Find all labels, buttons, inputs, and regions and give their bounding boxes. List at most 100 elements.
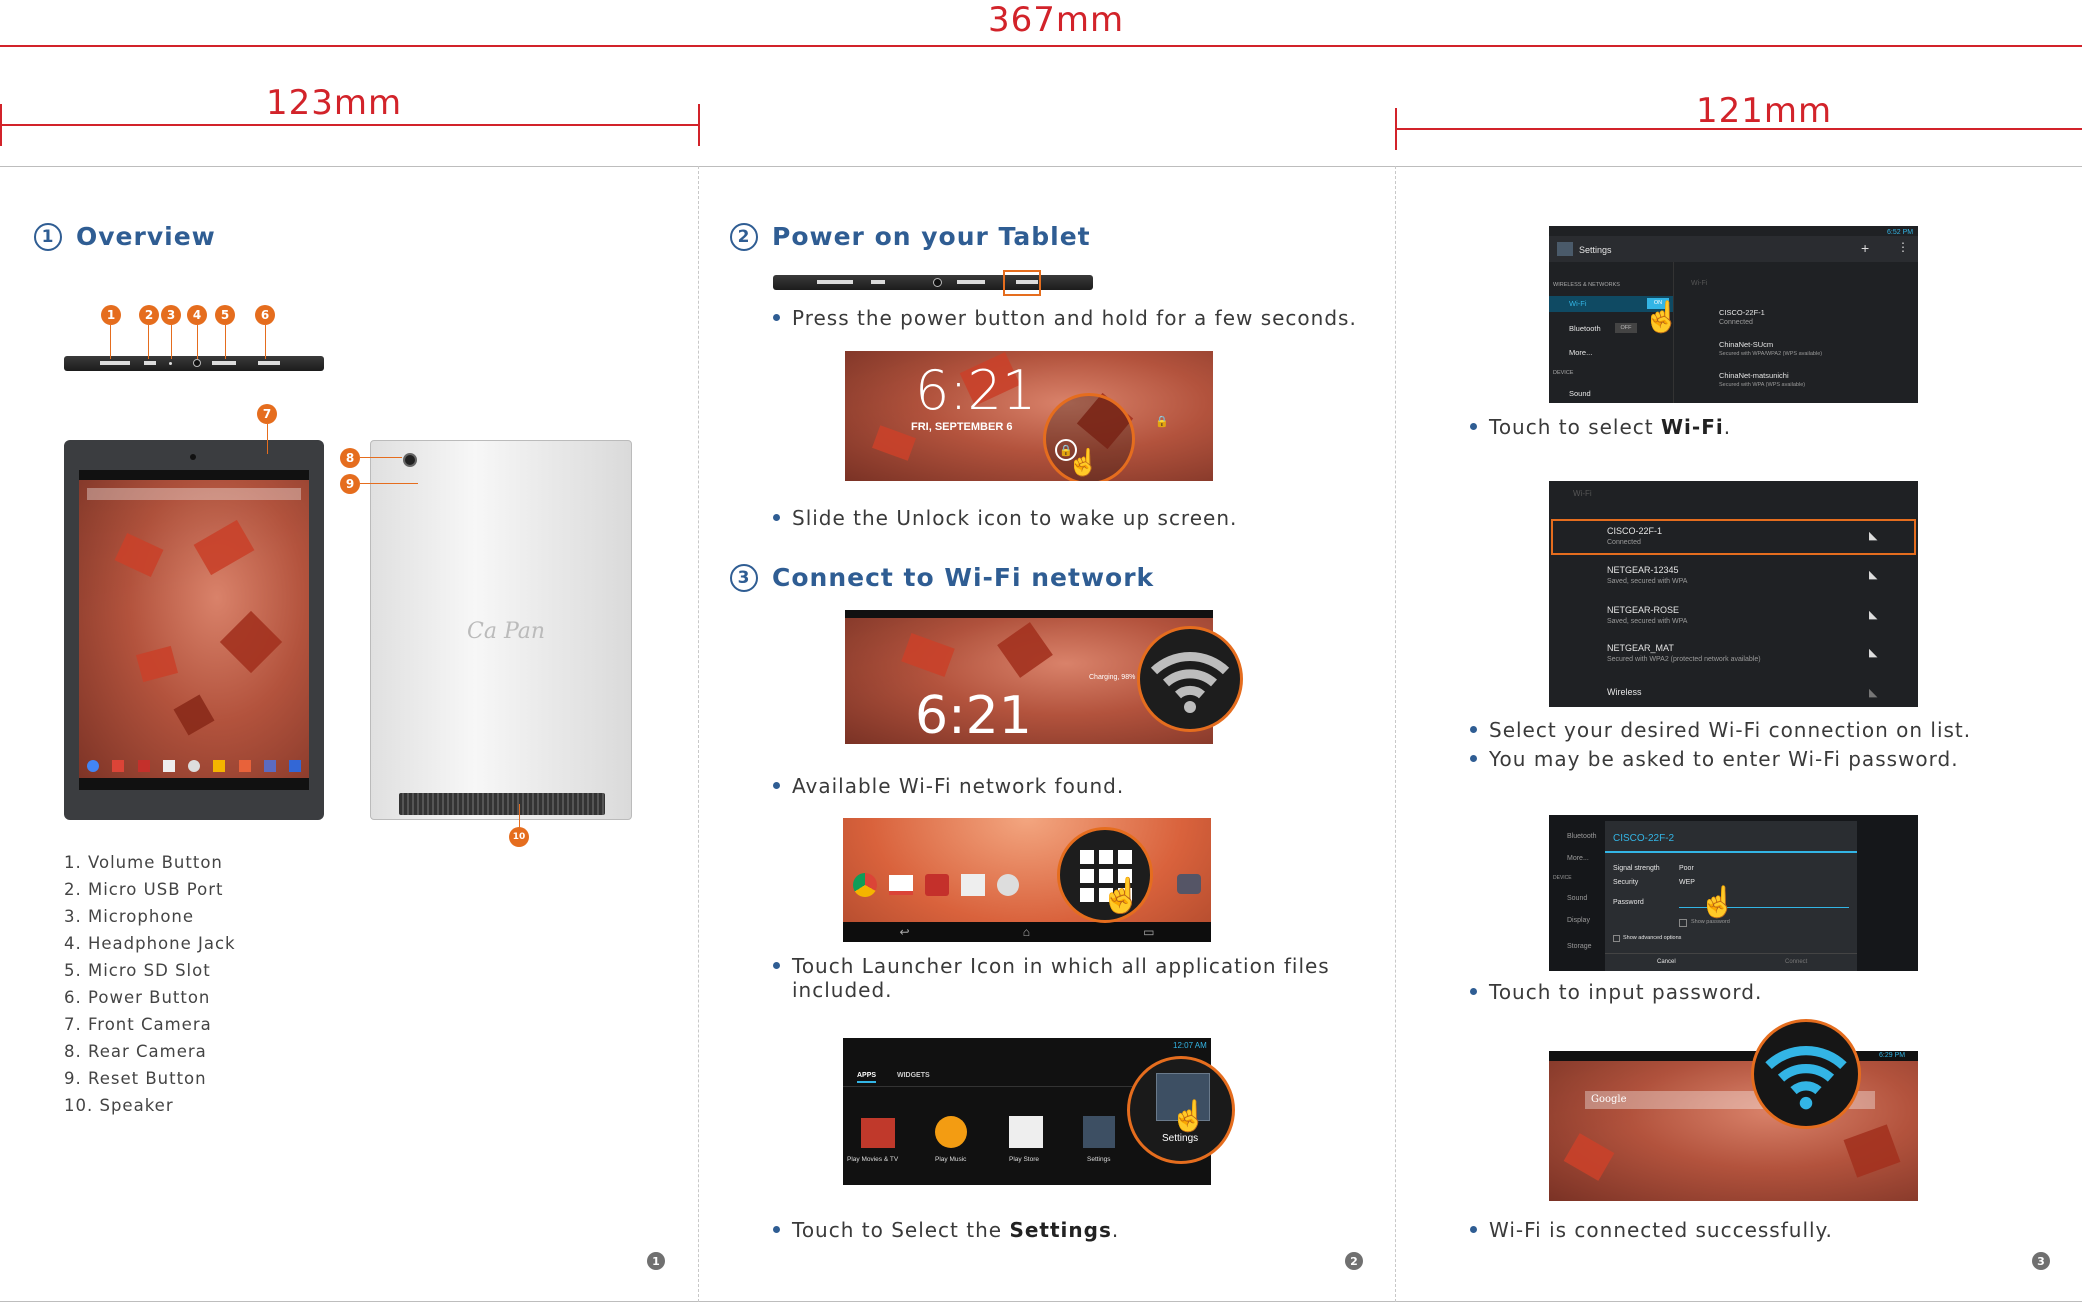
app-music-icon[interactable] [935,1116,967,1148]
fold-line-1 [698,166,699,1302]
shard [219,610,283,674]
hand-pointer-icon: ☝ [1643,301,1681,334]
lockscreen-screenshot: 6:21 FRI, SEPTEMBER 6 🔒 ☝ 🔒 [845,351,1213,481]
advanced-label: Show advanced options [1623,935,1682,941]
show-password-checkbox[interactable] [1679,919,1687,927]
selected-network-highlight[interactable] [1551,519,1916,555]
total-width-label: 367mm [988,0,1125,40]
rear-camera [403,453,417,467]
connect-button[interactable]: Connect [1785,959,1807,965]
page3-bullet-1: Touch to select Wi-Fi. [1470,415,1731,439]
microphone-hole [169,362,172,365]
add-icon[interactable]: + [1861,240,1869,256]
left-width-tick-left [0,104,2,146]
app-label: Play Movies & TV [847,1156,899,1163]
hand-pointer-icon: ☝ [1100,877,1143,915]
power-button-slot [258,361,280,365]
headphone-jack [193,359,201,367]
power-bullet-2: Slide the Unlock icon to wake up screen. [773,506,1237,530]
network-name[interactable]: ChinaNet-matsunichi [1719,371,1789,380]
tablet-front-screen [79,470,309,790]
callout-1: 1 [101,305,121,325]
speaker-grille [399,793,605,815]
callout-5: 5 [215,305,235,325]
network-status: Saved, secured with WPA [1607,578,1688,585]
usb-port [144,361,156,365]
power-title: 2 Power on your Tablet [730,222,1091,251]
wifi-badge-dark [1137,626,1243,732]
volume-button-slot [100,361,130,365]
page-number-2: 2 [1345,1252,1363,1270]
wifi-signal-icon: ◣ [1869,647,1878,659]
network-status: Connected [1607,539,1641,546]
settings-gear-icon [1557,242,1573,256]
app-label: Settings [1087,1156,1111,1163]
list-item: 2. Micro USB Port [64,880,224,899]
right-width-label: 121mm [1696,91,1833,131]
drawer-tab-apps[interactable]: APPS [857,1072,877,1083]
network-name[interactable]: CISCO-22F-1 [1719,308,1765,317]
page-number-3: 3 [2032,1252,2050,1270]
side-item: Display [1567,917,1590,924]
list-item: 5. Micro SD Slot [64,961,211,980]
list-item: 4. Headphone Jack [64,934,236,953]
network-name[interactable]: NETGEAR-ROSE [1607,605,1679,615]
charging-text: Charging, 98% [1089,674,1136,681]
security-value: WEP [1679,879,1695,886]
app-movies-icon[interactable] [861,1118,895,1148]
page3-bullet-4: Touch to input password. [1470,980,1762,1004]
shard [173,694,215,736]
advanced-checkbox[interactable] [1613,935,1620,942]
network-name[interactable]: ChinaNet-SUcm [1719,340,1773,349]
wifi-icon [1150,652,1230,713]
list-item: 8. Rear Camera [64,1042,207,1061]
app-settings-icon[interactable] [1083,1116,1115,1148]
password-label: Password [1613,899,1644,906]
tablet-back: Ca Pan [370,440,632,820]
right-width-tick-left [1395,108,1397,150]
lockscreen-time: 6:21 [915,359,1037,422]
wifi-bullet-2: Touch Launcher Icon in which all applica… [773,954,1330,978]
page-number-1: 1 [647,1252,665,1270]
recents-icon: ▭ [1143,925,1155,939]
section-device: DEVICE [1553,370,1574,376]
wifi-row-label: Wi-Fi [1569,299,1587,308]
app-store-icon[interactable] [1009,1116,1043,1148]
bluetooth-toggle[interactable]: OFF [1615,323,1637,333]
callout-3: 3 [161,305,181,325]
callout-line-6 [265,325,266,359]
more-row-label[interactable]: More... [1569,348,1592,357]
overflow-menu-icon[interactable]: ⋮ [1897,240,1909,254]
search-bar [87,488,301,500]
status-bar [79,470,309,480]
bluetooth-row-label[interactable]: Bluetooth [1569,324,1601,333]
dock-row [87,760,301,774]
wifi-signal-icon: ◣ [1869,609,1878,621]
callout-line-7 [267,424,268,454]
left-width-label: 123mm [266,83,403,123]
cancel-button[interactable]: Cancel [1657,959,1676,965]
connected-status-time: 6:29 PM [1879,1052,1906,1059]
network-name[interactable]: NETGEAR-12345 [1607,565,1679,575]
sound-row-label[interactable]: Sound [1569,389,1591,398]
camera-app-icon [1177,874,1201,894]
page3-bullet-3: You may be asked to enter Wi-Fi password… [1470,747,1959,771]
network-name[interactable]: NETGEAR_MAT [1607,643,1674,653]
wifi-list-screenshot: Wi-Fi CISCO-22F-1 Connected NETGEAR-1234… [1549,481,1918,707]
side-item: DEVICE [1553,875,1572,881]
list-item: 10. Speaker [64,1096,174,1115]
brand-logo: Ca Pan [467,619,546,644]
callout-line-10 [519,804,520,828]
section-wireless: WIRELESS & NETWORKS [1553,282,1620,288]
signal-label: Signal strength [1613,865,1660,872]
settings-callout-label: Settings [1162,1133,1199,1144]
drawer-tab-widgets[interactable]: WIDGETS [897,1072,930,1079]
callout-2: 2 [139,305,159,325]
callout-line-9 [360,483,418,484]
callout-9: 9 [340,474,360,494]
lock-small-icon: 🔒 [1155,416,1169,428]
network-name[interactable]: CISCO-22F-1 [1607,526,1662,536]
network-name[interactable]: Wireless [1607,687,1642,697]
network-status: Saved, secured with WPA [1607,618,1688,625]
dialog-title: CISCO-22F-2 [1613,833,1675,844]
